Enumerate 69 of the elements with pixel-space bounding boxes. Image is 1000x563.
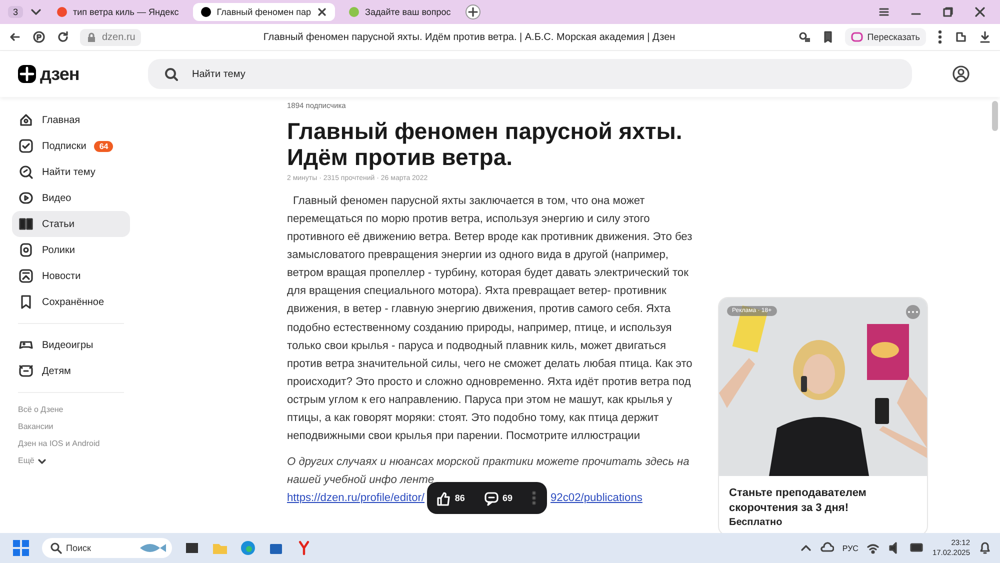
- sidebar-item[interactable]: Главная: [12, 107, 130, 133]
- browser-tab[interactable]: Задайте ваш вопрос: [341, 3, 459, 21]
- chevron-up-icon[interactable]: [800, 543, 812, 553]
- ad-title: Станьте преподавателем скорочтения за 3 дня!: [728, 486, 868, 516]
- article-text: Главный феномен парусной яхты заключается в том, что она может перемещаться по морю против ветра, используя энергию и силу этого противного её движению ветра. Ветер вроде как противник движения. Это без замысловатого превращения энергии из одного вида в другой (например, ветром вращая пропеллер - турбину, которая будет давать электрический ток для вращения специального мотора). Яхта превращает ветер- противник движения, в ветер - главную энергию движения, против самого себя. Яхта подобно естественному созданию природы, например, птице, и используя только свои крылья - паруса и подводный плавник киль, может двигаться против ветра значительной силы, чего не сможет делать любая птица. Как это происходит? Это просто и сложно одновременно. Яхта идёт против ветра под острым углом к его направлению. Паруса при этом не машут, как крылья у птицы, а как говорят моряки: стоят. Это подобно тому, как птица держит неподвижными свои крылья при парении. Посмотрите иллюстрации: [287, 194, 694, 444]
- compass-icon: [18, 164, 34, 180]
- sidebar-item[interactable]: Ролики: [12, 237, 130, 263]
- chevron-down-icon: [37, 456, 48, 464]
- sidebar-item[interactable]: Сохранённое: [12, 289, 130, 315]
- count-badge: 64: [94, 140, 114, 152]
- book-icon: [18, 216, 34, 232]
- close-icon[interactable]: [974, 6, 986, 18]
- more-icon[interactable]: [936, 30, 944, 44]
- article-note: О других случаях и нюансах морской практики можете прочитать здесь на нашей учебной инфо ленте: [287, 455, 690, 488]
- scrollbar[interactable]: [992, 101, 998, 131]
- bookmark-icon: [18, 294, 34, 310]
- link[interactable]: 92c02/publications: [550, 492, 642, 504]
- footer-link[interactable]: Вакансии: [12, 418, 130, 435]
- reload-icon[interactable]: [56, 30, 70, 44]
- logo-icon: [18, 65, 36, 83]
- sidebar-item[interactable]: Найти тему: [12, 159, 130, 185]
- page-title: Главный феномен парусной яхты. Идём против ветра. | А.Б.С. Морская академия | Дзен: [262, 32, 676, 42]
- sidebar-item[interactable]: Видеоигры: [12, 332, 130, 358]
- sidebar-item[interactable]: Новости: [12, 263, 130, 289]
- sidebar-item[interactable]: Видео: [12, 185, 130, 211]
- cloud-icon[interactable]: [820, 542, 834, 554]
- tab-count[interactable]: 3: [8, 6, 24, 18]
- home-icon: [18, 112, 34, 128]
- sidebar-item[interactable]: Статьи: [12, 211, 130, 237]
- lock-icon: [86, 32, 97, 42]
- thumbs-up-icon: [436, 490, 451, 506]
- browser-tab[interactable]: Главный феномен пар: [192, 3, 336, 21]
- search-field[interactable]: Найти тему: [148, 59, 912, 89]
- article-title: Главный феномен парусной яхты. Идём против ветра.: [287, 118, 684, 171]
- like-button[interactable]: 86: [436, 490, 465, 506]
- y-letter-icon[interactable]: [296, 540, 312, 556]
- link[interactable]: https://dzen.ru/profile/editor/: [287, 492, 425, 504]
- check-square-icon: [18, 138, 34, 154]
- more-icon[interactable]: [531, 491, 538, 506]
- logo-text[interactable]: дзен: [40, 64, 80, 84]
- download-icon[interactable]: [978, 30, 992, 44]
- more-link[interactable]: Ещё: [12, 452, 54, 469]
- play-icon: [18, 190, 34, 206]
- footer-link[interactable]: Всё о Дзене: [12, 401, 130, 418]
- sidebar-item[interactable]: Подписки 64: [12, 133, 130, 159]
- address-field[interactable]: dzen.ru: [80, 28, 142, 46]
- profile-icon[interactable]: [952, 65, 970, 83]
- sidebar-item[interactable]: Детям: [12, 358, 130, 384]
- battery-icon[interactable]: [910, 541, 924, 555]
- back-arrow-icon[interactable]: [8, 30, 22, 44]
- wifi-icon[interactable]: [866, 542, 880, 554]
- menu-icon[interactable]: [878, 6, 890, 18]
- language-indicator[interactable]: РУС: [842, 544, 858, 552]
- restore-icon[interactable]: [942, 6, 954, 18]
- windows-icon[interactable]: [12, 539, 30, 557]
- comments-button[interactable]: 69: [484, 490, 513, 506]
- browser-tab[interactable]: тип ветра киль — Яндекс: [49, 3, 187, 21]
- search-icon: [50, 542, 62, 554]
- ad-subtitle: Бесплатно: [728, 516, 784, 530]
- search-icon: [164, 67, 178, 81]
- comment-icon: [484, 490, 499, 506]
- footer-link[interactable]: Дзен на IOS и Android: [12, 435, 130, 452]
- new-tab-icon[interactable]: [464, 4, 481, 20]
- task-view-icon[interactable]: [184, 540, 200, 556]
- retell-icon: [851, 31, 864, 43]
- bell-icon[interactable]: [978, 541, 992, 555]
- search-field[interactable]: Поиск: [42, 538, 172, 558]
- close-icon[interactable]: [317, 7, 328, 17]
- retell-button[interactable]: Пересказать: [845, 28, 926, 46]
